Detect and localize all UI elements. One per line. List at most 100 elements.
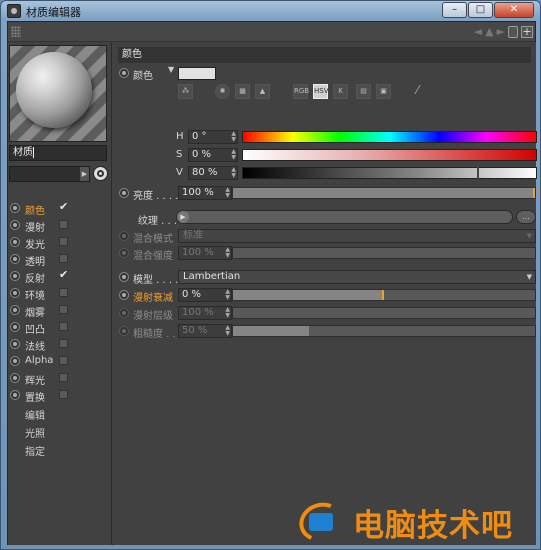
channel-radio[interactable] bbox=[10, 390, 20, 400]
mix-mode-label: 混合模式 bbox=[133, 234, 173, 245]
gradient-picker-icon[interactable]: ▦ bbox=[235, 84, 250, 99]
image-picker-icon[interactable]: ▲ bbox=[255, 84, 270, 99]
channel-radio[interactable] bbox=[10, 373, 20, 383]
diffuse-falloff-input[interactable]: 0 % ▲ ▼ bbox=[178, 288, 232, 302]
channel-checkbox[interactable] bbox=[59, 288, 68, 297]
channel-item[interactable]: 发光 bbox=[10, 234, 110, 251]
roughness-radio[interactable] bbox=[119, 326, 129, 336]
channel-item[interactable]: 置换 bbox=[10, 387, 110, 404]
color-row: 颜色 ▼ bbox=[113, 65, 536, 83]
roughness-input[interactable]: 50 % ▲ ▼ bbox=[178, 324, 232, 338]
channel-radio[interactable] bbox=[10, 271, 20, 281]
color-radio[interactable] bbox=[119, 68, 129, 78]
model-radio[interactable] bbox=[119, 272, 129, 282]
diffuse-level-slider[interactable] bbox=[232, 307, 536, 319]
diffuse-falloff-radio[interactable] bbox=[119, 290, 129, 300]
model-dropdown[interactable]: Lambertian ▼ bbox=[178, 270, 536, 284]
eyedropper-icon[interactable]: ⁄ bbox=[410, 84, 425, 99]
hue-slider[interactable] bbox=[242, 131, 537, 143]
value-input[interactable]: 80 % ▲ ▼ bbox=[188, 166, 238, 180]
channel-radio[interactable] bbox=[10, 203, 20, 213]
channel-checkbox[interactable] bbox=[59, 356, 68, 365]
color-wheel-icon[interactable]: ✺ bbox=[215, 84, 230, 99]
channel-item[interactable]: Alpha bbox=[10, 353, 110, 370]
mode-hsv-button[interactable]: HSV bbox=[313, 84, 329, 99]
material-preview[interactable] bbox=[9, 45, 107, 142]
channel-item[interactable]: 颜色 ✔ bbox=[10, 200, 110, 217]
mix-mode-radio[interactable] bbox=[119, 231, 129, 241]
title-bar[interactable]: 材质编辑器 – □ ✕ bbox=[1, 1, 540, 21]
channel-checkbox[interactable] bbox=[59, 237, 68, 246]
brightness-input[interactable]: 100 % ▲ ▼ bbox=[178, 186, 232, 200]
channel-radio[interactable] bbox=[10, 356, 20, 366]
illumination-item[interactable]: 光照 bbox=[25, 425, 45, 440]
mix-strength-input[interactable]: 100 % ▲ ▼ bbox=[178, 246, 232, 260]
channel-radio[interactable] bbox=[10, 339, 20, 349]
mix-strength-slider[interactable] bbox=[232, 247, 536, 259]
new-window-icon[interactable]: + bbox=[521, 25, 533, 38]
mix-strength-radio[interactable] bbox=[119, 248, 129, 258]
channel-label: 烟雾 bbox=[25, 308, 45, 319]
texture-menu-icon[interactable]: ▶ bbox=[177, 211, 189, 223]
edit-item[interactable]: 编辑 bbox=[25, 407, 45, 422]
diffuse-level-radio[interactable] bbox=[119, 308, 129, 318]
color-label: 颜色 bbox=[133, 71, 153, 82]
channel-item[interactable]: 透明 bbox=[10, 251, 110, 268]
channel-checkbox[interactable]: ✔ bbox=[59, 201, 68, 212]
brightness-radio[interactable] bbox=[119, 188, 129, 198]
maximize-button[interactable]: □ bbox=[468, 2, 493, 18]
channel-checkbox[interactable] bbox=[59, 373, 68, 382]
close-button[interactable]: ✕ bbox=[494, 2, 534, 18]
channel-checkbox[interactable]: ✔ bbox=[59, 269, 68, 280]
channel-checkbox[interactable] bbox=[59, 339, 68, 348]
grip-icon[interactable] bbox=[11, 26, 21, 37]
channel-checkbox[interactable] bbox=[59, 220, 68, 229]
material-name-field[interactable]: 材质 bbox=[9, 145, 107, 161]
hue-input[interactable]: 0 ° ▲ ▼ bbox=[188, 130, 238, 144]
channel-radio[interactable] bbox=[10, 288, 20, 298]
value-slider[interactable] bbox=[242, 167, 537, 179]
roughness-slider[interactable] bbox=[232, 325, 536, 337]
channel-checkbox[interactable] bbox=[59, 390, 68, 399]
assign-item[interactable]: 指定 bbox=[25, 443, 45, 458]
target-icon[interactable] bbox=[93, 166, 108, 181]
channel-radio[interactable] bbox=[10, 237, 20, 247]
mix-mode-dropdown[interactable]: 标准 ▼ bbox=[178, 229, 536, 243]
minimize-button[interactable]: – bbox=[442, 2, 467, 18]
hue-value: 0 ° bbox=[192, 131, 207, 142]
channel-radio[interactable] bbox=[10, 305, 20, 315]
texture-slot[interactable]: ▶ bbox=[176, 210, 513, 224]
diffuse-level-input[interactable]: 100 % ▲ ▼ bbox=[178, 306, 232, 320]
back-arrow-icon[interactable]: ◄ bbox=[474, 25, 482, 38]
up-arrow-icon[interactable]: ▲ bbox=[485, 25, 493, 38]
mode-rgb-button[interactable]: RGB bbox=[293, 84, 309, 99]
channel-item[interactable]: 环境 bbox=[10, 285, 110, 302]
swatch-grid-icon[interactable]: ▣ bbox=[376, 84, 391, 99]
channel-item[interactable]: 烟雾 bbox=[10, 302, 110, 319]
channel-checkbox[interactable] bbox=[59, 305, 68, 314]
lock-icon[interactable] bbox=[508, 25, 518, 38]
channel-item[interactable]: 法线 bbox=[10, 336, 110, 353]
channel-radio[interactable] bbox=[10, 254, 20, 264]
saturation-slider[interactable] bbox=[242, 149, 537, 161]
preview-mode-dropdown[interactable]: ▶ bbox=[9, 166, 90, 182]
brightness-slider[interactable] bbox=[232, 187, 536, 199]
channel-radio[interactable] bbox=[10, 322, 20, 332]
texture-more-button[interactable]: ... bbox=[516, 210, 536, 224]
channel-checkbox[interactable] bbox=[59, 254, 68, 263]
spectrum-picker-icon[interactable]: ⁂ bbox=[178, 84, 193, 99]
channel-item[interactable]: 辉光 bbox=[10, 370, 110, 387]
channel-item[interactable]: 漫射 bbox=[10, 217, 110, 234]
diffuse-falloff-slider[interactable] bbox=[232, 289, 536, 301]
saturation-input[interactable]: 0 % ▲ ▼ bbox=[188, 148, 238, 162]
channel-label: 置换 bbox=[25, 393, 45, 404]
channel-item[interactable]: 凹凸 bbox=[10, 319, 110, 336]
channel-item[interactable]: 反射 ✔ bbox=[10, 268, 110, 285]
channel-checkbox[interactable] bbox=[59, 322, 68, 331]
channel-radio[interactable] bbox=[10, 220, 20, 230]
mixer-icon[interactable]: ▤ bbox=[356, 84, 371, 99]
forward-arrow-icon[interactable]: ► bbox=[497, 25, 505, 38]
mode-kelvin-button[interactable]: K bbox=[333, 84, 348, 99]
color-expand-icon[interactable]: ▼ bbox=[168, 65, 174, 74]
color-swatch[interactable] bbox=[178, 67, 216, 80]
